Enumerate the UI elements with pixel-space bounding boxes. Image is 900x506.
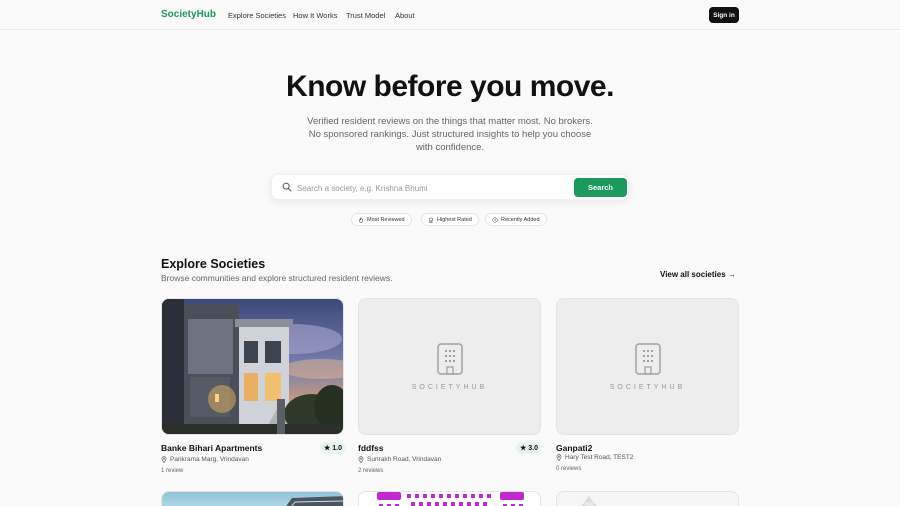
nav-link-trust-model[interactable]: Trust Model [346,11,385,20]
search-input[interactable] [297,181,567,195]
placeholder-text: SOCIETYHUB [609,384,686,391]
location-text: Hary Test Road, TEST2 [565,454,634,461]
society-card-image[interactable] [556,491,739,506]
map-pin-icon [161,456,167,463]
hero-subtitle: Verified resident reviews on the things … [307,116,593,153]
search-button[interactable]: Search [574,178,627,197]
society-card-reviews: 2 reviews [358,468,384,474]
building-icon [436,343,463,375]
society-card-reviews: 0 reviews [556,466,582,472]
award-icon [429,217,433,223]
house-photo [162,299,343,434]
placeholder: SOCIETYHUB [557,299,738,434]
filter-chip-label: Most Reviewed [367,216,405,223]
filter-chip-recently-added[interactable]: Recently Added [485,213,547,226]
filter-chip-most-reviewed[interactable]: Most Reviewed [351,213,412,226]
society-card-image[interactable] [358,491,541,506]
society-card-location: Sunrakh Road, Vrindavan [358,456,441,463]
filter-chip-label: Highest Rated [437,216,472,223]
star-icon: ★ [520,445,527,452]
location-text: Sunrakh Road, Vrindavan [367,456,442,463]
placeholder-text: SOCIETYHUB [411,384,488,391]
location-text: Parikrama Marg, Vrindavan [170,456,249,463]
society-card-name[interactable]: Ganpati2 [556,443,592,453]
hero-title: Know before you move. [286,70,614,103]
society-card-image[interactable] [161,491,344,506]
society-card-location: Parikrama Marg, Vrindavan [161,456,249,463]
logo[interactable]: SocietyHub [161,9,216,20]
search-icon [282,182,292,192]
rating-value: 1.0 [332,444,343,452]
clock-icon [492,216,498,223]
society-card-image[interactable]: SOCIETYHUB [556,298,739,435]
map-pin-icon [358,456,364,463]
rating-value: 3.0 [528,444,539,452]
nav-link-about[interactable]: About [395,11,415,20]
society-card-location: Hary Test Road, TEST2 [556,454,633,461]
nav-link-how-it-works[interactable]: How It Works [293,11,337,20]
society-card-name[interactable]: Banke Bihari Apartments [161,443,262,453]
top-nav: SocietyHub Explore Societies How It Work… [0,0,900,30]
search-bar: Search [271,174,629,200]
map-pin-icon [556,454,562,461]
nav-link-explore-societies[interactable]: Explore Societies [228,11,286,20]
filter-chip-highest-rated[interactable]: Highest Rated [421,213,479,226]
society-card-image[interactable] [161,298,344,435]
pattern-image [377,492,524,506]
society-card-name[interactable]: fddfss [358,443,384,453]
society-card-reviews: 1 review [161,468,184,474]
society-card-image[interactable]: SOCIETYHUB [358,298,541,435]
building-icon [634,343,661,375]
building-photo [286,496,343,506]
filter-chip-label: Recently Added [501,216,540,223]
view-all-societies-link[interactable]: View all societies → [660,270,736,279]
building-photo [581,496,597,506]
flame-icon [358,216,364,223]
star-icon: ★ [324,445,331,452]
sign-in-button[interactable]: Sign in [709,7,739,23]
section-subtitle: Browse communities and explore structure… [161,273,393,283]
placeholder: SOCIETYHUB [359,299,540,434]
section-title: Explore Societies [161,257,266,271]
rating-badge: ★ 1.0 [320,442,347,454]
rating-badge: ★ 3.0 [516,442,543,454]
